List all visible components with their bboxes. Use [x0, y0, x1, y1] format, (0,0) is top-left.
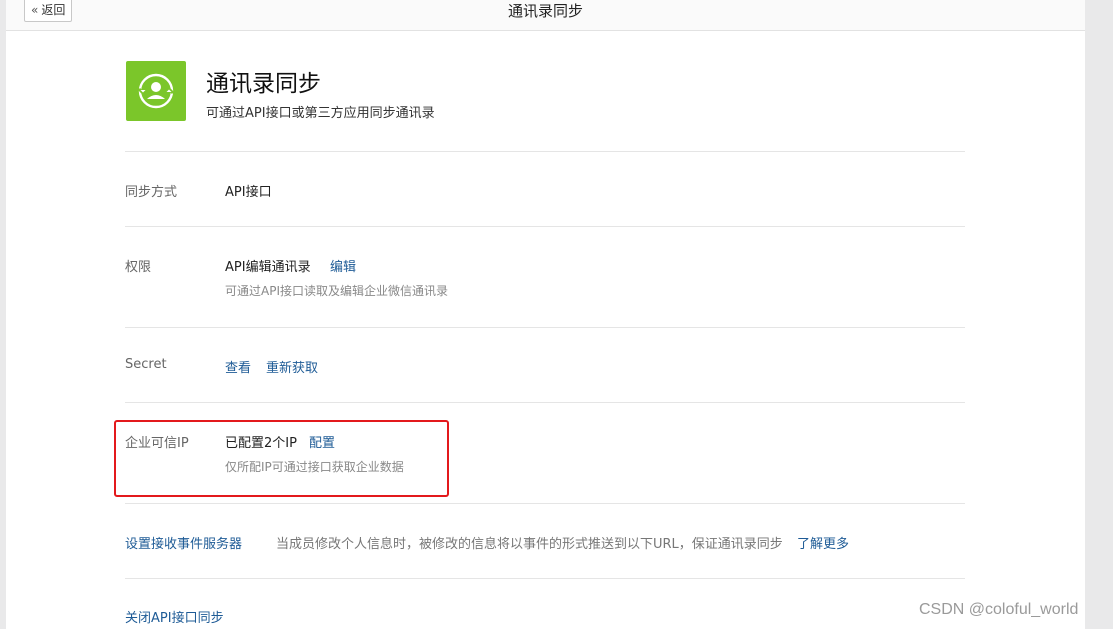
permission-value: API编辑通讯录 [225, 260, 311, 275]
secret-refresh-link[interactable]: 重新获取 [266, 357, 318, 376]
trusted-ip-note: 仅所配IP可通过接口获取企业数据 [225, 460, 404, 474]
contacts-sync-icon [126, 61, 186, 121]
app-title: 通讯录同步 [206, 71, 321, 97]
divider [125, 226, 965, 227]
divider [125, 503, 965, 504]
app-description: 可通过API接口或第三方应用同步通讯录 [206, 106, 435, 121]
close-api-sync-link[interactable]: 关闭API接口同步 [125, 607, 224, 626]
divider [125, 402, 965, 403]
permission-note: 可通过API接口读取及编辑企业微信通讯录 [225, 284, 448, 298]
scrollbar-track[interactable] [1085, 0, 1113, 629]
event-server-description: 当成员修改个人信息时，被修改的信息将以事件的形式推送到以下URL，保证通讯录同步 [276, 537, 783, 552]
permission-label: 权限 [125, 260, 152, 275]
permission-edit-link[interactable]: 编辑 [330, 256, 356, 275]
sync-method-label: 同步方式 [125, 185, 178, 200]
divider [125, 327, 965, 328]
page-title: 通讯录同步 [507, 2, 583, 20]
divider [125, 578, 965, 579]
learn-more-link[interactable]: 了解更多 [797, 533, 849, 552]
watermark: CSDN @coloful_world [919, 601, 1079, 618]
trusted-ip-label: 企业可信IP [125, 436, 189, 451]
secret-view-link[interactable]: 查看 [225, 357, 251, 376]
trusted-ip-config-link[interactable]: 配置 [309, 432, 335, 451]
trusted-ip-value: 已配置2个IP [225, 436, 297, 451]
top-bar: « 返回 通讯录同步 [6, 0, 1085, 31]
divider [125, 151, 965, 152]
event-server-link[interactable]: 设置接收事件服务器 [125, 533, 242, 552]
sync-method-value: API接口 [225, 185, 272, 200]
main-panel: « 返回 通讯录同步 通讯录同步 可通过API接口或第三方应用同步通讯录 同步方… [6, 0, 1085, 629]
secret-label: Secret [125, 357, 167, 372]
